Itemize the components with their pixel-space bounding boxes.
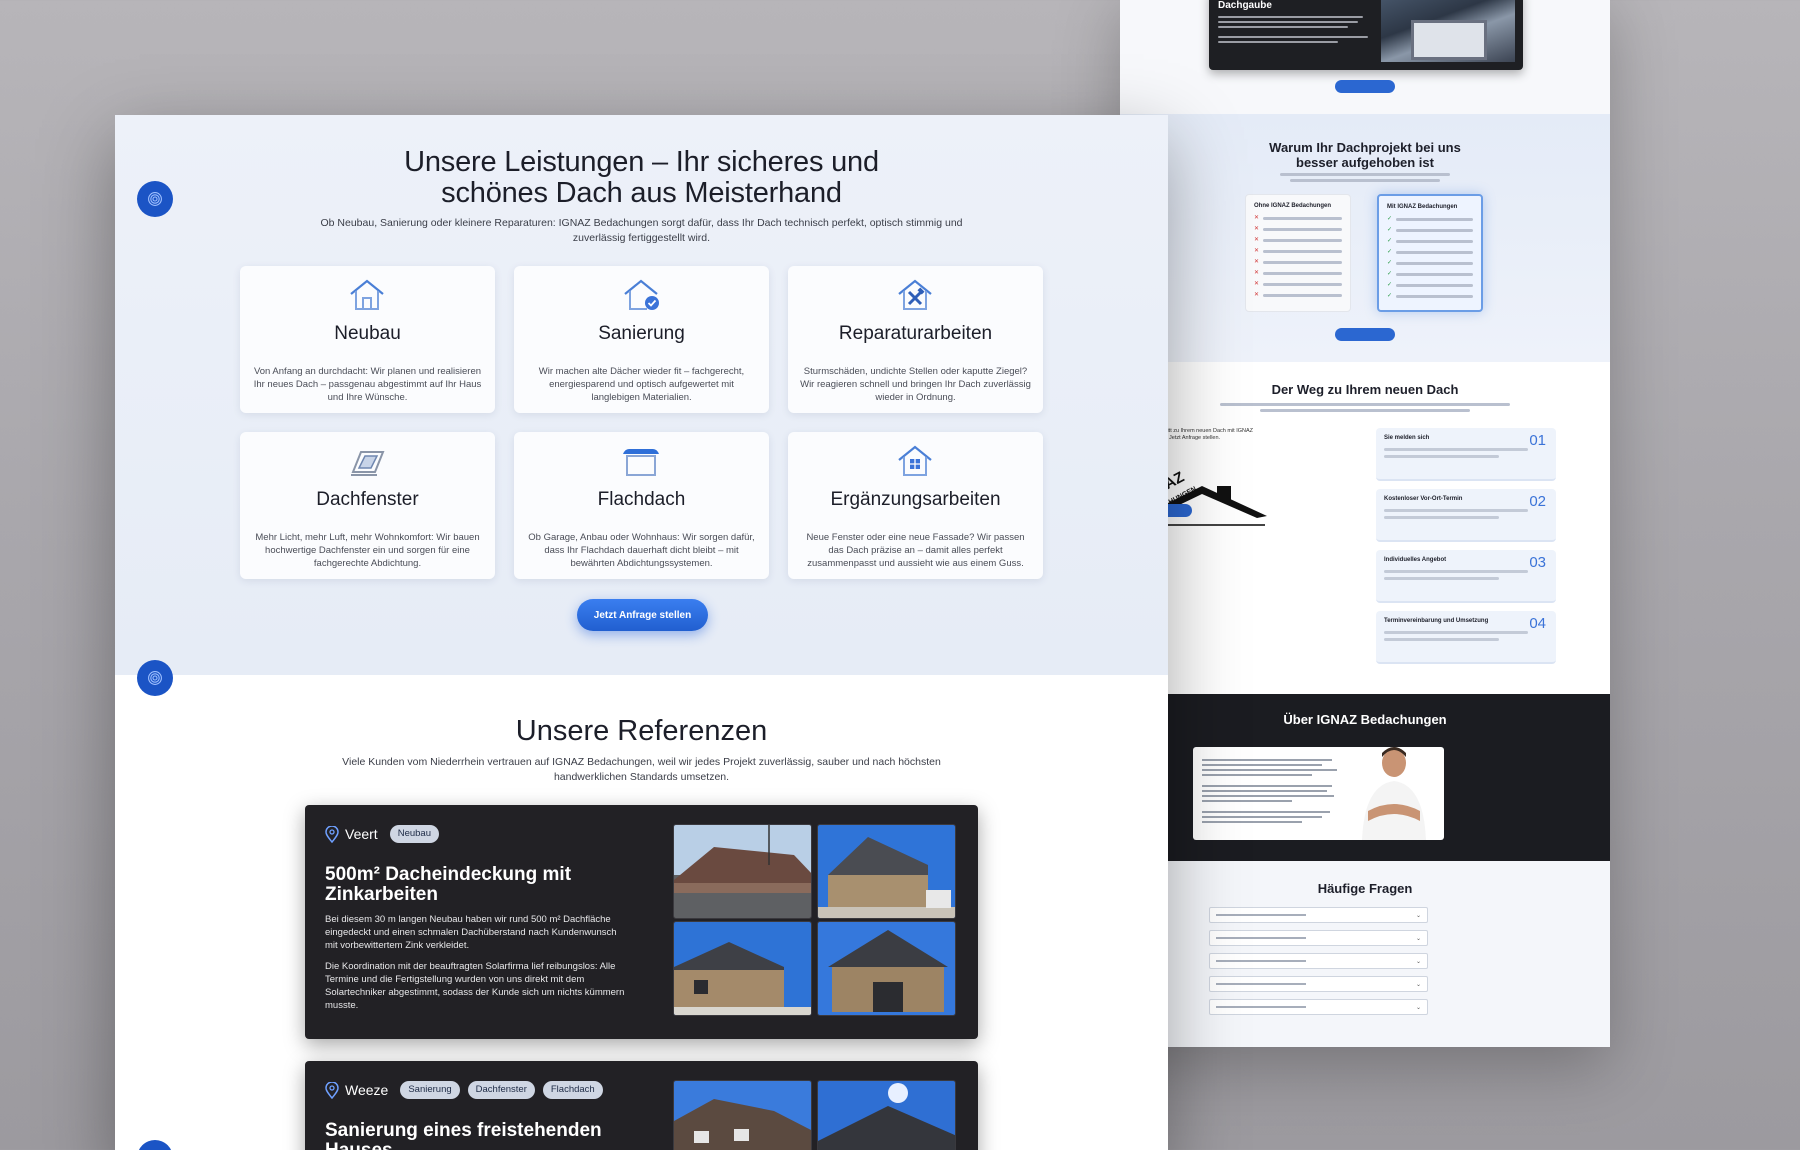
location-name: Weeze (345, 1082, 389, 1098)
project-photo[interactable] (817, 1080, 956, 1150)
about-card (1193, 747, 1444, 840)
project-photo[interactable] (817, 921, 956, 1016)
services-section: Unsere Leistungen – Ihr sicheres und sch… (115, 115, 1168, 675)
main-page-preview: Unsere Leistungen – Ihr sicheres und sch… (115, 115, 1168, 1150)
faq-item[interactable]: ⌄ (1209, 953, 1428, 969)
faq-section: Häufige Fragen ⌄ ⌄ ⌄ ⌄ ⌄ (1120, 861, 1610, 1047)
card-text: Neue Fenster oder eine neue Fassade? Wir… (806, 532, 1025, 569)
compare-with-card: Mit IGNAZ Bedachungen ✓ ✓ ✓ ✓ ✓ ✓ ✓ ✓ (1377, 194, 1483, 312)
location-pin-icon (325, 1081, 339, 1099)
fingerprint-button[interactable] (137, 660, 173, 696)
project-card[interactable]: Weeze Sanierung Dachfenster Flachdach Sa… (305, 1061, 978, 1150)
house-check-icon (624, 279, 659, 310)
background-page-preview: Dachgaube Warum Ihr Dachprojekt bei uns … (1120, 0, 1610, 1047)
project-title: Sanierung eines freistehenden Hauses (325, 1120, 602, 1150)
compare-without-card: Ohne IGNAZ Bedachungen ✕ ✕ ✕ ✕ ✕ ✕ ✕ ✕ (1245, 194, 1351, 312)
chevron-down-icon: ⌄ (1415, 1004, 1421, 1011)
service-card-neubau[interactable]: Neubau Von Anfang an durchdacht: Wir pla… (240, 266, 495, 413)
project-photo[interactable] (673, 921, 812, 1016)
about-title: Über IGNAZ Bedachungen (1283, 712, 1447, 727)
request-quote-button[interactable]: Jetzt Anfrage stellen (577, 599, 708, 631)
back-cta-button-1[interactable] (1335, 80, 1395, 93)
process-title: Der Weg zu Ihrem neuen Dach (1271, 382, 1459, 397)
process-step-3: Individuelles Angebot 03 (1376, 550, 1556, 603)
project-photo[interactable] (673, 824, 812, 919)
faq-item[interactable]: ⌄ (1209, 907, 1428, 923)
card-title: Dachfenster (316, 489, 419, 510)
references-lead: Viele Kunden vom Niederrhein vertrauen a… (342, 756, 941, 783)
dachgaube-section: Dachgaube (1120, 0, 1610, 114)
skylight-icon (351, 451, 385, 476)
service-card-flachdach[interactable]: Flachdach Ob Garage, Anbau oder Wohnhaus… (514, 432, 769, 579)
service-card-dachfenster[interactable]: Dachfenster Mehr Licht, mehr Luft, mehr … (240, 432, 495, 579)
project-tag: Flachdach (542, 1081, 603, 1099)
card-text: Wir machen alte Dächer wieder fit – fach… (538, 366, 745, 403)
chevron-down-icon: ⌄ (1415, 912, 1421, 919)
card-text: Ob Garage, Anbau oder Wohnhaus: Wir sorg… (528, 532, 755, 569)
dachgaube-title: Dachgaube (1218, 0, 1272, 11)
owner-photo (1362, 747, 1426, 840)
card-title: Flachdach (597, 489, 686, 510)
compare-without-title: Ohne IGNAZ Bedachungen (1254, 203, 1332, 209)
project-card[interactable]: Veert Neubau 500m² Dacheindeckung mit Zi… (305, 805, 978, 1039)
card-title: Neubau (334, 323, 401, 344)
fingerprint-button[interactable] (137, 1140, 173, 1150)
why-title: Warum Ihr Dachprojekt bei uns besser auf… (1269, 140, 1461, 170)
dachgaube-photo (1381, 0, 1515, 62)
service-card-reparaturarbeiten[interactable]: Reparaturarbeiten Sturmschäden, undichte… (788, 266, 1043, 413)
faq-item[interactable]: ⌄ (1209, 976, 1428, 992)
faq-title: Häufige Fragen (1317, 881, 1413, 896)
faq-item[interactable]: ⌄ (1209, 930, 1428, 946)
project-tag: Sanierung (400, 1081, 460, 1099)
project-text: Bei diesem 30 m langen Neubau haben wir … (325, 914, 617, 951)
process-step-4: Terminvereinbarung und Umsetzung 04 (1376, 611, 1556, 664)
card-title: Reparaturarbeiten (838, 323, 993, 344)
project-photo[interactable] (817, 824, 956, 919)
project-tag: Neubau (389, 825, 439, 843)
about-section: Über IGNAZ Bedachungen (1120, 694, 1610, 861)
project-title: 500m² Dacheindeckung mit Zinkarbeiten (325, 864, 572, 905)
service-card-sanierung[interactable]: Sanierung Wir machen alte Dächer wieder … (514, 266, 769, 413)
chevron-down-icon: ⌄ (1415, 958, 1421, 965)
card-text: Sturmschäden, undichte Stellen oder kapu… (800, 366, 1031, 403)
card-title: Sanierung (598, 323, 685, 344)
house-window-icon (898, 445, 932, 476)
compare-with-title: Mit IGNAZ Bedachungen (1387, 204, 1458, 210)
fingerprint-button[interactable] (137, 181, 173, 217)
chevron-down-icon: ⌄ (1415, 981, 1421, 988)
flat-roof-icon (623, 449, 659, 476)
fingerprint-icon (148, 671, 162, 685)
chevron-down-icon: ⌄ (1415, 935, 1421, 942)
project-location: Veert Neubau (325, 825, 439, 843)
process-step-2: Kostenloser Vor-Ort-Termin 02 (1376, 489, 1556, 542)
location-name: Veert (345, 826, 378, 842)
faq-item[interactable]: ⌄ (1209, 999, 1428, 1015)
back-cta-button-2[interactable] (1335, 328, 1395, 341)
process-step-1: Sie melden sich 01 (1376, 428, 1556, 481)
references-title: Unsere Referenzen (515, 715, 768, 747)
location-pin-icon (325, 825, 339, 843)
house-tools-icon (898, 279, 932, 310)
card-text: Mehr Licht, mehr Luft, mehr Wohnkomfort:… (255, 532, 480, 569)
project-location: Weeze Sanierung Dachfenster Flachdach (325, 1081, 603, 1099)
card-text: Von Anfang an durchdacht: Wir planen und… (253, 366, 482, 403)
project-tag: Dachfenster (467, 1081, 535, 1099)
fingerprint-icon (148, 192, 162, 206)
house-icon (350, 279, 384, 310)
project-photo[interactable] (673, 1080, 812, 1150)
card-title: Ergänzungsarbeiten (830, 489, 1001, 510)
service-card-ergaenzungsarbeiten[interactable]: Ergänzungsarbeiten Neue Fenster oder ein… (788, 432, 1043, 579)
dachgaube-card: Dachgaube (1209, 0, 1523, 70)
process-section: Der Weg zu Ihrem neuen Dach Der erste Sc… (1120, 362, 1610, 694)
project-text: Die Koordination mit der beauftragten So… (325, 961, 625, 1011)
why-section: Warum Ihr Dachprojekt bei uns besser auf… (1120, 114, 1610, 362)
services-lead: Ob Neubau, Sanierung oder kleinere Repar… (320, 217, 963, 244)
services-title: Unsere Leistungen – Ihr sicheres und sch… (404, 146, 879, 209)
